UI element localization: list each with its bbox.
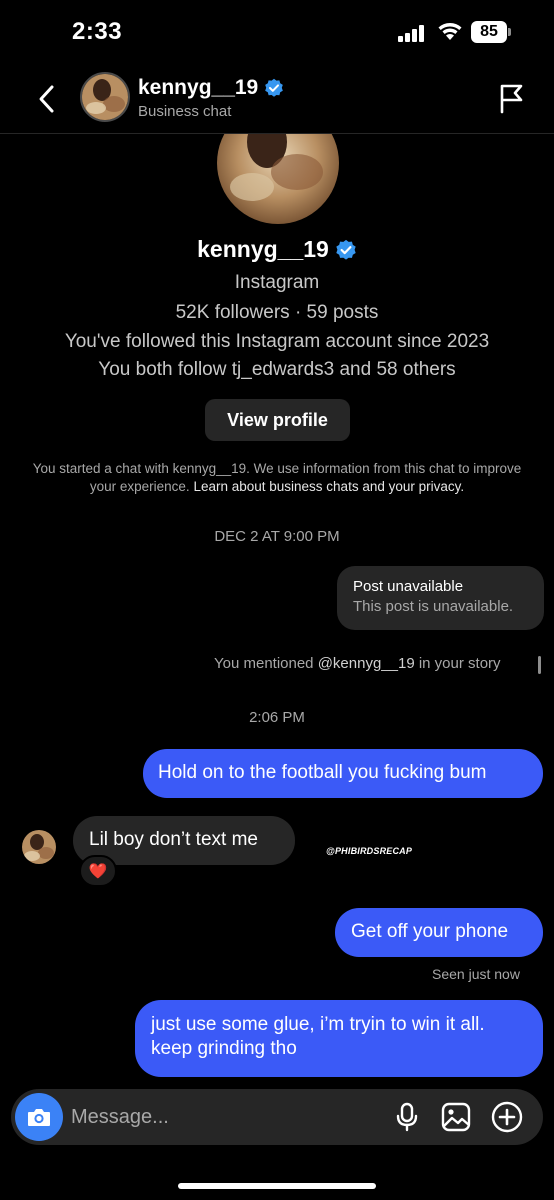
message-composer — [11, 1089, 543, 1145]
profile-name-row: kennyg__19 — [0, 236, 554, 263]
header-subtitle: Business chat — [138, 103, 232, 120]
mention-suffix: in your story — [418, 655, 501, 672]
plus-icon[interactable] — [491, 1101, 523, 1133]
story-indicator — [538, 656, 541, 674]
message-text: Lil boy don’t text me — [89, 829, 258, 850]
mention-prefix: You mentioned — [214, 655, 314, 672]
back-arrow-icon[interactable] — [34, 82, 60, 116]
message-text: just use some glue, i’m tryin to win it … — [151, 1014, 485, 1059]
header-name-row[interactable]: kennyg__19 — [138, 76, 284, 100]
cellular-signal-icon — [398, 24, 428, 42]
status-bar: 2:33 85 — [0, 0, 554, 66]
view-profile-button[interactable]: View profile — [205, 399, 350, 441]
outgoing-message[interactable]: Hold on to the football you fucking bum — [143, 749, 543, 798]
business-chat-notice: You started a chat with kennyg__19. We u… — [22, 460, 532, 496]
home-indicator[interactable] — [178, 1183, 376, 1189]
verified-badge-icon — [265, 78, 284, 97]
flag-icon[interactable] — [497, 82, 525, 114]
shared-post-card[interactable]: Post unavailable This post is unavailabl… — [337, 566, 544, 630]
heart-reaction[interactable]: ❤️ — [79, 855, 117, 887]
message-text: Get off your phone — [351, 921, 509, 942]
header-avatar[interactable] — [80, 72, 130, 122]
privacy-link[interactable]: Learn about business chats and your priv… — [193, 479, 464, 494]
post-subtitle: This post is unavailable. — [353, 598, 514, 615]
wifi-icon — [438, 23, 462, 40]
profile-followed-since: You've followed this Instagram account s… — [64, 331, 490, 352]
battery-level: 85 — [471, 21, 507, 43]
outgoing-message[interactable]: Get off your phone — [335, 908, 543, 957]
microphone-icon[interactable] — [394, 1102, 420, 1132]
timestamp-divider: 2:06 PM — [249, 709, 305, 726]
profile-stats: 52K followers · 59 posts — [175, 302, 379, 323]
chat-header: kennyg__19 Business chat — [0, 66, 554, 134]
outgoing-message[interactable]: just use some glue, i’m tryin to win it … — [135, 1000, 543, 1077]
message-text: Hold on to the football you fucking bum — [158, 762, 487, 783]
status-time: 2:33 — [72, 18, 123, 45]
heart-icon: ❤️ — [88, 862, 108, 880]
message-input[interactable] — [71, 1089, 371, 1145]
profile-platform: Instagram — [234, 272, 320, 293]
sender-avatar[interactable] — [22, 830, 56, 864]
watermark: @PHIBIRDSRECAP — [326, 846, 413, 856]
mention-handle[interactable]: @kennyg__19 — [318, 655, 415, 672]
seen-receipt: Seen just now — [432, 966, 520, 982]
gallery-icon[interactable] — [441, 1102, 471, 1132]
profile-username: kennyg__19 — [197, 236, 329, 262]
battery-icon: 85 — [471, 21, 511, 43]
timestamp-divider: DEC 2 AT 9:00 PM — [214, 528, 340, 545]
camera-button[interactable] — [15, 1093, 63, 1141]
profile-mutuals: You both follow tj_edwards3 and 58 other… — [98, 359, 456, 380]
story-mention: You mentioned @kennyg__19 in your story — [214, 655, 501, 672]
post-title: Post unavailable — [353, 578, 464, 595]
verified-badge-icon — [336, 239, 356, 260]
header-username: kennyg__19 — [138, 76, 259, 99]
camera-icon — [28, 1109, 50, 1126]
